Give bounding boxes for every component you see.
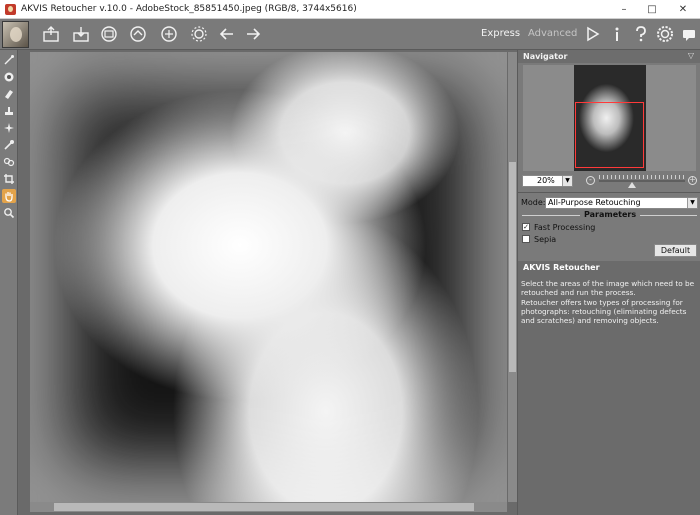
help-line: Select the areas of the image which need… — [521, 279, 695, 298]
app-logo — [2, 21, 29, 48]
eraser-icon[interactable] — [2, 87, 16, 101]
navigator-preview[interactable] — [523, 65, 696, 171]
zoom-controls: 20% ▼ - + — [522, 175, 698, 188]
settings-panel: Navigator ▽ 20% ▼ - + Mode: All-Purpose … — [517, 50, 700, 515]
help-text: Select the areas of the image which need… — [521, 279, 698, 325]
chain-icon[interactable] — [2, 155, 16, 169]
mode-value: All-Purpose Retouching — [548, 198, 641, 207]
close-button[interactable]: ✕ — [666, 0, 700, 19]
help-icon[interactable] — [630, 23, 652, 45]
maximize-button[interactable]: □ — [638, 0, 666, 19]
parameters-label: Parameters — [584, 210, 637, 219]
mode-select[interactable]: All-Purpose Retouching ▼ — [545, 197, 698, 209]
zoom-ticks — [599, 175, 685, 179]
image-canvas[interactable] — [19, 50, 517, 515]
horizontal-scrollbar[interactable] — [30, 502, 507, 512]
tool-palette — [0, 50, 18, 515]
open-icon[interactable] — [40, 23, 62, 45]
navigator-view-frame[interactable] — [575, 102, 644, 168]
photo-vignette — [30, 52, 507, 502]
stamp-icon[interactable] — [2, 104, 16, 118]
fast-processing-label: Fast Processing — [534, 222, 596, 232]
parameters-header: Parameters — [522, 210, 697, 220]
help-title: AKVIS Retoucher — [523, 263, 600, 272]
checkbox-checked-icon[interactable]: ✓ — [522, 223, 530, 231]
run-icon[interactable] — [581, 23, 603, 45]
crop-icon[interactable] — [2, 172, 16, 186]
chevron-down-icon[interactable]: ▼ — [562, 176, 572, 186]
spot-healing-icon[interactable] — [2, 121, 16, 135]
window-title: AKVIS Retoucher v.10.0 - AdobeStock_8585… — [21, 4, 357, 14]
settings-gear-icon[interactable] — [188, 23, 210, 45]
chevron-down-icon[interactable]: ▼ — [687, 198, 697, 208]
photo-preview[interactable] — [30, 52, 507, 502]
tab-advanced[interactable]: Advanced — [528, 28, 577, 39]
title-bar: AKVIS Retoucher v.10.0 - AdobeStock_8585… — [0, 0, 700, 19]
app-icon — [5, 3, 16, 15]
navigator-header: Navigator ▽ — [518, 50, 700, 63]
zoom-slider-knob[interactable] — [627, 182, 636, 188]
share-icon[interactable] — [127, 23, 149, 45]
batch-icon[interactable] — [158, 23, 180, 45]
main-toolbar: Express Advanced — [0, 19, 700, 50]
divider — [518, 192, 700, 193]
mode-label: Mode: — [521, 198, 546, 207]
horizontal-scroll-thumb[interactable] — [54, 503, 474, 511]
pipette-icon[interactable] — [2, 138, 16, 152]
zoom-out-button[interactable]: - — [586, 176, 595, 185]
fast-processing-checkbox[interactable]: ✓ Fast Processing — [522, 222, 595, 232]
info-icon[interactable] — [606, 23, 628, 45]
vertical-scrollbar[interactable] — [508, 52, 517, 502]
window-controls: – □ ✕ — [610, 0, 700, 19]
magic-wand-icon[interactable] — [2, 53, 16, 67]
hand-icon[interactable] — [2, 189, 16, 203]
zoom-select[interactable]: 20% ▼ — [522, 175, 573, 187]
vertical-scroll-thumb[interactable] — [509, 162, 516, 372]
zoom-value: 20% — [537, 176, 555, 185]
zoom-in-button[interactable]: + — [688, 176, 697, 185]
zoom-icon[interactable] — [2, 206, 16, 220]
checkbox-unchecked-icon[interactable] — [522, 235, 530, 243]
chat-icon[interactable] — [678, 23, 700, 45]
circle-brush-icon[interactable] — [2, 70, 16, 84]
tab-express[interactable]: Express — [481, 28, 520, 39]
navigator-title: Navigator — [523, 52, 568, 61]
mode-row: Mode: All-Purpose Retouching ▼ — [521, 197, 698, 209]
redo-arrow-icon[interactable] — [242, 23, 264, 45]
preferences-icon[interactable] — [654, 23, 676, 45]
help-line: Retoucher offers two types of processing… — [521, 297, 687, 326]
parameters-rule-right — [640, 215, 697, 216]
sepia-label: Sepia — [534, 234, 557, 244]
zoom-slider[interactable] — [599, 180, 685, 182]
print-icon[interactable] — [98, 23, 120, 45]
default-button[interactable]: Default — [654, 244, 697, 257]
minimize-button[interactable]: – — [610, 0, 638, 19]
sepia-checkbox[interactable]: Sepia — [522, 234, 556, 244]
collapse-chevron-icon[interactable]: ▽ — [688, 51, 694, 60]
undo-arrow-icon[interactable] — [216, 23, 238, 45]
parameters-rule-left — [522, 215, 580, 216]
save-icon[interactable] — [70, 23, 92, 45]
help-panel: AKVIS Retoucher Select the areas of the … — [518, 261, 700, 515]
